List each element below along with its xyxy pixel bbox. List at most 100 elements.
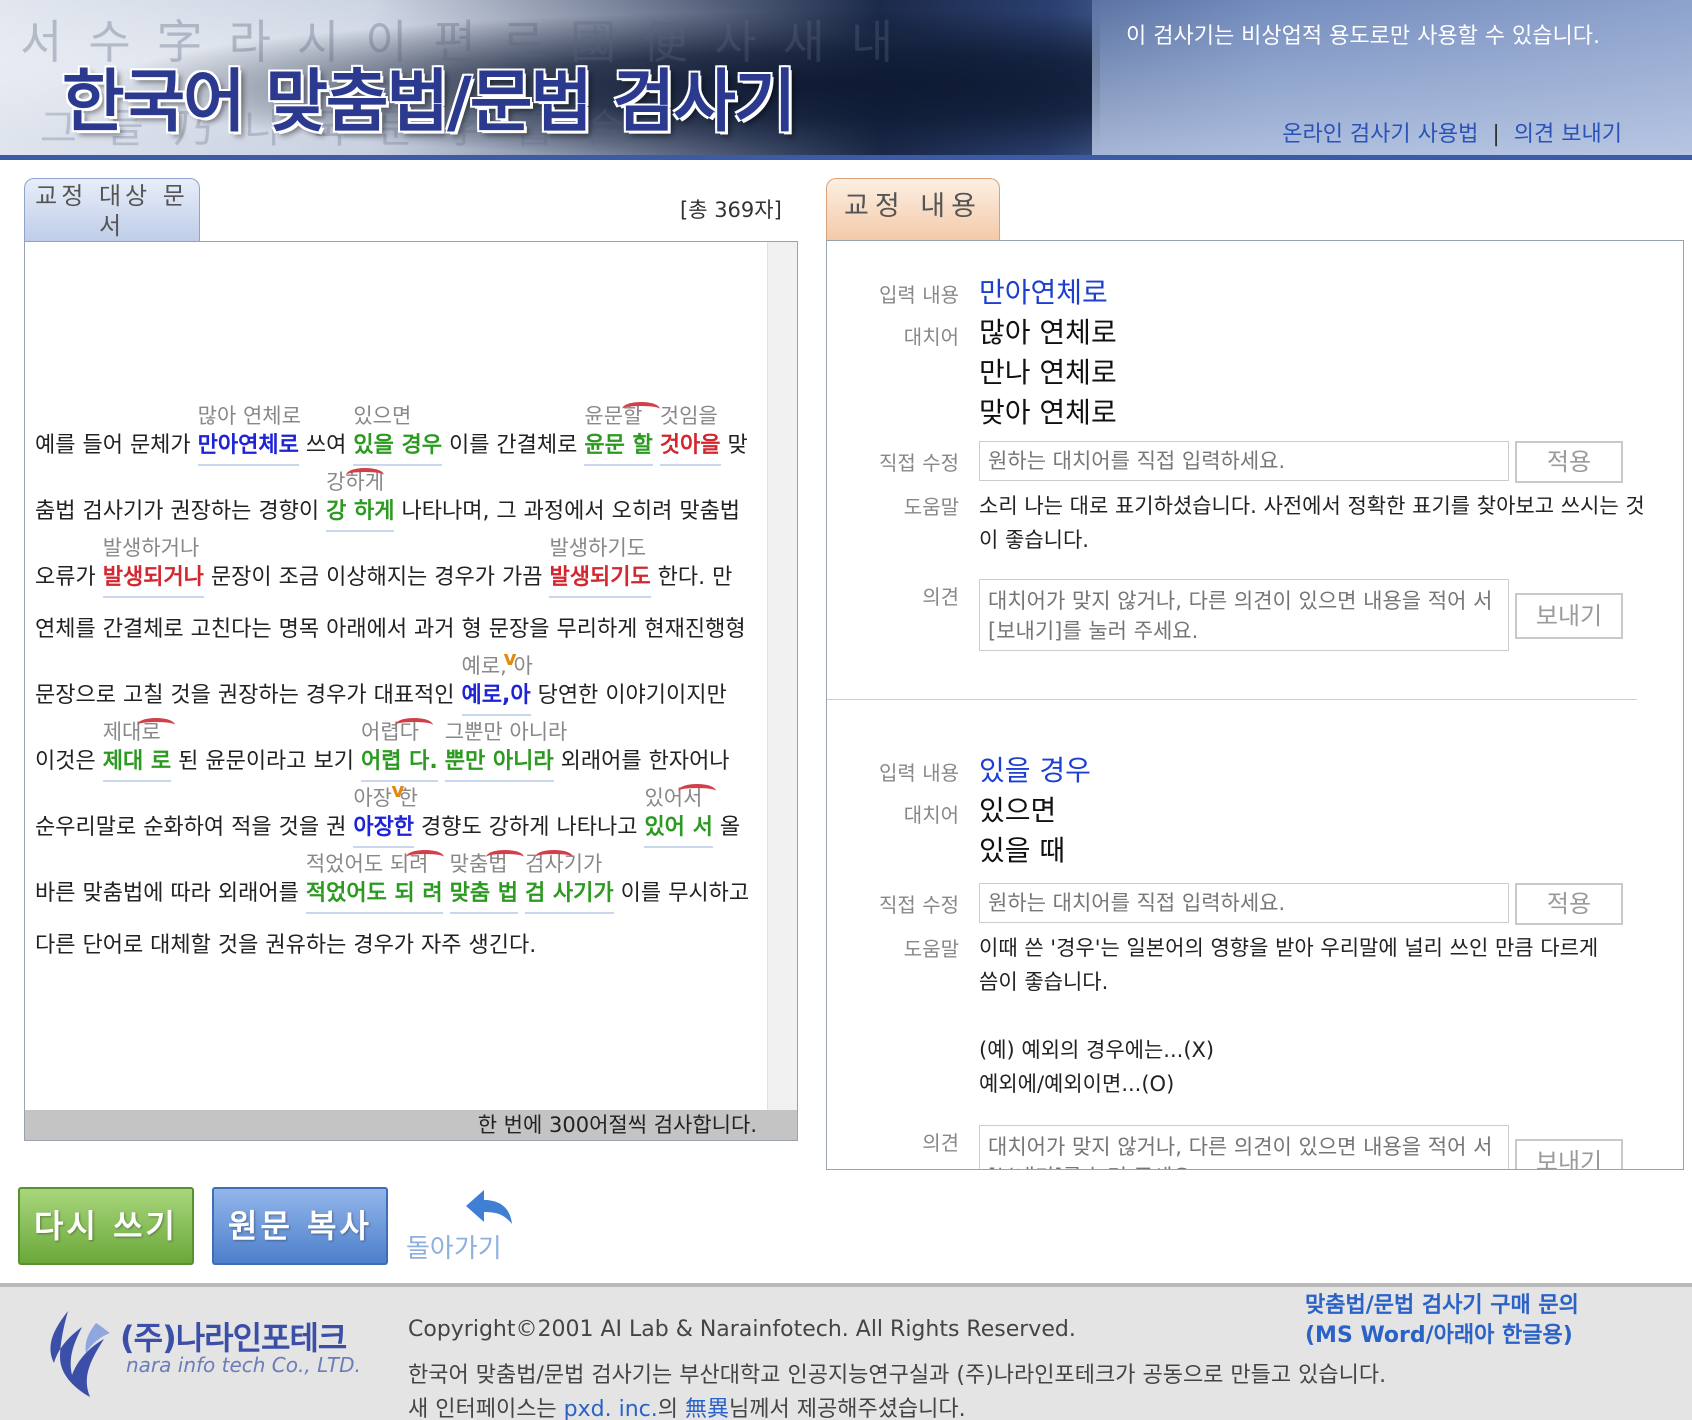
rewrite-button[interactable]: 다시 쓰기 (18, 1187, 194, 1265)
feedback-link[interactable]: 의견 보내기 (1514, 122, 1622, 147)
opinion-textarea[interactable] (979, 579, 1509, 651)
text-segment: 다른 단어로 대체할 것을 권유하는 경우가 자주 생긴다. (35, 933, 537, 958)
help-line: 이때 쓴 '경우'는 일본어의 영향을 받아 우리말에 널리 쓰인 만큼 다르게 (979, 936, 1599, 960)
text-line: 오류가 발생하거나 발생되거나 문장이 조금 이상해지는 경우가 가끔 발생하기도… (35, 536, 733, 598)
help-line: (예) 예외의 경우에는...(X) (979, 1038, 1215, 1062)
company-logo-subtext: nara info tech Co., LTD. (126, 1353, 361, 1377)
text-segment: 올 (712, 815, 741, 840)
error-word[interactable]: 아장 한 v 아장한 (353, 778, 418, 848)
text-segment (438, 749, 445, 774)
text-segment: 경향도 강하게 나타나고 (414, 815, 645, 840)
tab-source-document[interactable]: 교정 대상 문서 (24, 178, 200, 241)
help-label: 도움말 (903, 495, 959, 519)
tab-correction-content[interactable]: 교정 내용 (826, 178, 1000, 241)
text-segment: 이것은 (35, 749, 103, 774)
error-text: 강 하게 (326, 499, 395, 524)
suggestion: 발생하거나 (102, 536, 200, 560)
suggestion: 그뿐만 아니라 (444, 720, 568, 744)
text-line: 다른 단어로 대체할 것을 권유하는 경우가 자주 생긴다. (35, 932, 536, 960)
text-line: 바른 맞춤법에 따라 외래어를 적었어도 되려 적었어도 되 려 맞춤법 맞춤 법 … (35, 850, 749, 914)
input-label: 입력 내용 (879, 283, 959, 307)
error-word[interactable]: 강하게 강 하게 (326, 468, 395, 532)
replacement-option[interactable]: 많아 연체로 (979, 311, 1117, 351)
error-word[interactable]: 예로, 아 v 예로,아 (461, 646, 533, 716)
error-text: 것아을 (659, 433, 721, 458)
error-word[interactable]: 발생하거나 발생되거나 (102, 536, 204, 598)
suggestion: 있으면 (353, 404, 412, 428)
error-word[interactable]: 검사기가 검 사기가 (525, 850, 614, 914)
opinion-label: 의견 (922, 585, 959, 609)
help-text: 소리 나는 대로 표기하셨습니다. 사전에서 정확한 표기를 찾아보고 쓰시는 … (979, 494, 1645, 552)
error-word[interactable]: 있어서 있어 서 (644, 784, 717, 848)
site-footer: (주)나라인포테크 nara info tech Co., LTD. Copyr… (0, 1283, 1692, 1420)
nara-logo-icon (50, 1311, 110, 1397)
error-text: 적었어도 되 려 (305, 881, 443, 906)
error-word[interactable]: 윤문할 윤문 할 (584, 402, 661, 466)
suggestion: 것임을 (659, 404, 718, 428)
error-word[interactable]: 제대로 제대 로 (102, 718, 175, 782)
credit-suffix: 님께서 제공해주셨습니다. (729, 1397, 966, 1420)
replacement-option[interactable]: 만나 연체로 (979, 351, 1117, 391)
text-segment: 쓰여 (298, 433, 354, 458)
help-text: 이때 쓴 '경우'는 일본어의 영향을 받아 우리말에 널리 쓰인 만큼 다르게… (979, 931, 1659, 1101)
opinion-label: 의견 (922, 1131, 959, 1155)
correction-divider (827, 699, 1637, 700)
text-segment: 문장으로 고칠 것을 권장하는 경우가 대표적인 (35, 683, 462, 708)
error-word[interactable]: 적었어도 되려 적었어도 되 려 (305, 850, 444, 914)
apply-button[interactable]: 적용 (1515, 883, 1623, 925)
designer-link[interactable]: 無異 (685, 1397, 729, 1420)
error-text: 있을 경우 (353, 433, 442, 458)
purchase-inquiry-link[interactable]: 맞춤법/문법 검사기 구매 문의 (1305, 1287, 1579, 1319)
error-word[interactable]: 그뿐만 아니라 뿐만 아니라 (444, 720, 567, 782)
merge-mark (346, 468, 385, 482)
replace-label: 대치어 (903, 803, 959, 827)
help-line: 씀이 좋습니다. (979, 970, 1109, 994)
direct-edit-input[interactable] (979, 883, 1509, 923)
purchase-inquiry-sublink[interactable]: (MS Word/아래아 한글용) (1305, 1317, 1573, 1349)
copy-original-button[interactable]: 원문 복사 (212, 1187, 388, 1265)
header-links: 온라인 검사기 사용법 | 의견 보내기 (1282, 116, 1622, 148)
direct-edit-label: 직접 수정 (879, 451, 959, 475)
send-button[interactable]: 보내기 (1515, 1139, 1623, 1169)
space-insert-mark: v (503, 646, 517, 670)
error-word[interactable]: 많아 연체로 만아연체로 (197, 404, 301, 466)
text-segment: 예를 들어 문체가 (35, 433, 198, 458)
text-segment: 된 윤문이라고 보기 (171, 749, 362, 774)
apply-button[interactable]: 적용 (1515, 441, 1623, 483)
back-button[interactable]: 돌아가기 (406, 1188, 526, 1264)
error-word[interactable]: 것임을것아을 (659, 404, 721, 466)
document-scrollbar[interactable] (767, 242, 797, 1140)
error-text: 어렵 다. (361, 749, 438, 774)
error-text: 제대 로 (102, 749, 172, 774)
replacement-option[interactable]: 있으면 (979, 789, 1056, 829)
text-segment: 외래어를 한자어나 (553, 749, 730, 774)
text-line: 이것은 제대로 제대 로 된 윤문이라고 보기 어렵다 어렵 다. 그뿐만 아니라 뿐… (35, 718, 730, 782)
credit-middle: 의 (657, 1397, 685, 1420)
back-arrow-icon (466, 1190, 512, 1224)
replacement-option[interactable]: 있을 때 (979, 829, 1065, 869)
error-word[interactable]: 맞춤법 맞춤 법 (449, 850, 524, 914)
error-text: 아장한 (353, 815, 415, 840)
text-segment: 한다. 만 (650, 565, 733, 590)
opinion-textarea[interactable] (979, 1125, 1509, 1169)
merge-mark (395, 718, 434, 732)
pxd-link[interactable]: pxd. inc. (564, 1397, 658, 1420)
text-segment: 바른 맞춤법에 따라 외래어를 (35, 881, 306, 906)
direct-edit-input[interactable] (979, 441, 1509, 481)
error-text: 맞춤 법 (449, 881, 519, 906)
text-line: 춤법 검사기가 권장하는 경향이 강하게 강 하게 나타나며, 그 과정에서 오히… (35, 468, 740, 532)
replacement-option[interactable]: 맞아 연체로 (979, 391, 1117, 431)
interface-credit: 새 인터페이스는 pxd. inc.의 無異님께서 제공해주셨습니다. (408, 1391, 966, 1420)
error-word[interactable]: 발생하기도 발생되기도 (549, 536, 651, 598)
send-button[interactable]: 보내기 (1515, 593, 1623, 639)
suggestion: 발생하기도 (549, 536, 647, 560)
error-text: 만아연체로 (197, 433, 299, 458)
usage-guide-link[interactable]: 온라인 검사기 사용법 (1282, 122, 1478, 147)
correction-panel: 입력 내용 만아연체로 대치어 많아 연체로 만나 연체로 맞아 연체로 직접 … (826, 240, 1684, 1170)
text-segment: 맞 (720, 433, 748, 458)
merge-mark (622, 402, 661, 416)
input-word: 있을 경우 (979, 754, 1091, 787)
site-header: 서수字라시이편르國便사새내 그들乃니국문字書合 한국어 맞춤법/문법 검사기 이… (0, 0, 1692, 155)
help-label: 도움말 (903, 937, 959, 961)
error-word[interactable]: 있으면있을 경우 (353, 404, 442, 466)
